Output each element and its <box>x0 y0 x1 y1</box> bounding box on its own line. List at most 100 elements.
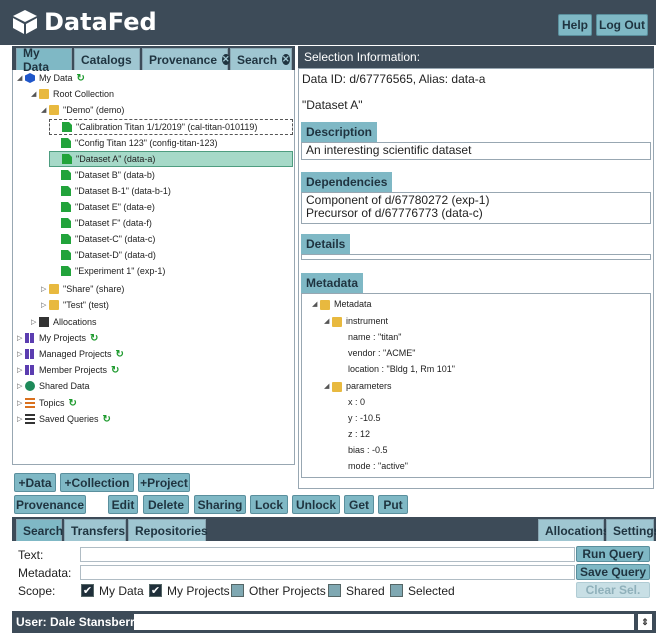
metadata-value: location : "Bldg 1, Rm 101" <box>348 364 455 374</box>
expand-icon[interactable]: ◢ <box>324 315 332 328</box>
collapse-icon[interactable]: ▷ <box>17 399 25 407</box>
dependency-item[interactable]: Precursor of d/67776773 (data-c) <box>306 207 646 220</box>
tree-node-experiment-1[interactable]: "Experiment 1" (exp-1) <box>61 263 165 279</box>
tab-search[interactable]: Search ✕ <box>230 48 292 70</box>
tree-node-dataset-f[interactable]: "Dataset F" (data-f) <box>61 215 152 231</box>
scope-my-data-checkbox[interactable]: ✔ <box>81 584 94 597</box>
tree-node-dataset-b1[interactable]: "Dataset B-1" (data-b-1) <box>61 183 171 199</box>
add-data-button[interactable]: +Data <box>14 473 56 492</box>
save-query-button[interactable]: Save Query <box>576 564 650 580</box>
tree-node-shared-data[interactable]: ▷ Shared Data <box>17 378 90 394</box>
metadata-box: ◢ Metadata ◢ instrument name : "titan" ven… <box>301 293 651 478</box>
metadata-value: bias : -0.5 <box>348 445 388 455</box>
get-button[interactable]: Get <box>344 495 374 514</box>
refresh-icon[interactable]: ↻ <box>90 333 98 344</box>
collapse-icon[interactable]: ▷ <box>31 318 39 326</box>
expand-icon[interactable]: ◢ <box>41 106 49 114</box>
scope-other-projects-checkbox[interactable] <box>231 584 244 597</box>
collapse-icon[interactable]: ▷ <box>17 334 25 342</box>
tree-node-dataset-b[interactable]: "Dataset B" (data-b) <box>61 167 155 183</box>
tab-repositories[interactable]: Repositories <box>128 519 208 541</box>
select-arrow-icon[interactable]: ⇕ <box>638 614 652 630</box>
close-icon[interactable]: ✕ <box>222 54 230 65</box>
tree-node-allocations[interactable]: ▷ Allocations <box>31 314 97 330</box>
help-button[interactable]: Help <box>558 14 592 36</box>
collapse-icon[interactable]: ▷ <box>17 350 25 358</box>
scope-my-projects-checkbox[interactable]: ✔ <box>149 584 162 597</box>
tab-search-panel[interactable]: Search <box>16 519 63 541</box>
refresh-icon[interactable]: ↻ <box>69 398 77 409</box>
data-tree: ◢ My Data ↻ ◢ Root Collection ◢ "Demo" (demo… <box>12 70 295 465</box>
text-search-input[interactable] <box>80 547 575 562</box>
tab-provenance[interactable]: Provenance ✕ <box>142 48 230 70</box>
tree-node-test[interactable]: ▷ "Test" (test) <box>41 297 109 313</box>
tree-node-config[interactable]: "Config Titan 123" (config-titan-123) <box>61 135 217 151</box>
tree-node-my-data[interactable]: ◢ My Data ↻ <box>17 70 85 86</box>
collapse-icon[interactable]: ▷ <box>17 382 25 390</box>
add-project-button[interactable]: +Project <box>138 473 190 492</box>
add-collection-button[interactable]: +Collection <box>60 473 134 492</box>
left-tabs: My Data Catalogs Provenance ✕ Search ✕ <box>12 46 295 74</box>
collapse-icon[interactable]: ▷ <box>17 366 25 374</box>
refresh-icon[interactable]: ↻ <box>103 414 111 425</box>
tree-node-dataset-d[interactable]: "Dataset-D" (data-d) <box>61 247 156 263</box>
cube-icon <box>25 73 35 83</box>
tree-node-demo[interactable]: ◢ "Demo" (demo) <box>41 102 124 118</box>
tree-node-share[interactable]: ▷ "Share" (share) <box>41 281 124 297</box>
refresh-icon[interactable]: ↻ <box>111 365 119 376</box>
data-id: Data ID: d/67776565, Alias: data-a <box>302 72 486 86</box>
expand-icon[interactable]: ◢ <box>17 74 25 82</box>
tab-settings[interactable]: Settings <box>606 519 656 541</box>
collapse-icon[interactable]: ▷ <box>17 415 25 423</box>
collapse-icon[interactable]: ▷ <box>41 285 49 293</box>
file-icon <box>61 138 71 148</box>
metadata-root[interactable]: ◢ Metadata <box>312 298 372 311</box>
folder-icon <box>49 300 59 310</box>
lock-button[interactable]: Lock <box>250 495 288 514</box>
tree-node-saved-queries[interactable]: ▷ Saved Queries ↻ <box>17 411 111 427</box>
logout-button[interactable]: Log Out <box>596 14 648 36</box>
close-icon[interactable]: ✕ <box>282 54 290 65</box>
clear-selection-button[interactable]: Clear Sel. <box>576 582 650 598</box>
tree-node-root-collection[interactable]: ◢ Root Collection <box>31 86 114 102</box>
file-icon <box>61 234 71 244</box>
tab-catalogs[interactable]: Catalogs <box>74 48 140 70</box>
user-bar: User: Dale Stansberry ⇕ <box>12 611 656 633</box>
sharing-button[interactable]: Sharing <box>194 495 246 514</box>
refresh-icon[interactable]: ↻ <box>77 73 85 84</box>
folder-icon <box>332 316 342 327</box>
tree-node-dataset-c[interactable]: "Dataset-C" (data-c) <box>61 231 155 247</box>
run-query-button[interactable]: Run Query <box>576 546 650 562</box>
scope-selected-checkbox[interactable] <box>390 584 403 597</box>
tree-node-dataset-e[interactable]: "Dataset E" (data-e) <box>61 199 155 215</box>
tree-node-my-projects[interactable]: ▷ My Projects ↻ <box>17 330 98 346</box>
unlock-button[interactable]: Unlock <box>292 495 340 514</box>
tree-node-member-projects[interactable]: ▷ Member Projects ↻ <box>17 362 119 378</box>
scope-shared-checkbox[interactable] <box>328 584 341 597</box>
provenance-button[interactable]: Provenance <box>14 495 86 514</box>
metadata-search-input[interactable] <box>80 565 575 580</box>
expand-icon[interactable]: ◢ <box>31 90 39 98</box>
refresh-icon[interactable]: ↻ <box>116 349 124 360</box>
tab-my-data[interactable]: My Data <box>16 46 72 74</box>
tree-node-managed-projects[interactable]: ▷ Managed Projects ↻ <box>17 346 124 362</box>
tab-allocations[interactable]: Allocations <box>538 519 610 541</box>
put-button[interactable]: Put <box>378 495 408 514</box>
scope-other-projects-label: Other Projects <box>249 584 326 598</box>
expand-icon[interactable]: ◢ <box>324 380 332 393</box>
metadata-instrument[interactable]: ◢ instrument <box>324 315 388 328</box>
details-header[interactable]: Details <box>301 234 351 254</box>
tree-node-topics[interactable]: ▷ Topics ↻ <box>17 395 77 411</box>
tab-transfers[interactable]: Transfers <box>64 519 126 541</box>
tree-node-calibration[interactable]: "Calibration Titan 1/1/2019" (cal-titan-… <box>49 119 293 135</box>
collapse-icon[interactable]: ▷ <box>41 301 49 309</box>
tree-node-dataset-a[interactable]: "Dataset A" (data-a) <box>49 151 293 167</box>
expand-icon[interactable]: ◢ <box>312 298 320 311</box>
metadata-parameters[interactable]: ◢ parameters <box>324 380 392 393</box>
delete-button[interactable]: Delete <box>143 495 189 514</box>
user-select[interactable] <box>134 614 634 630</box>
list-icon <box>25 414 35 424</box>
folder-icon <box>332 381 342 392</box>
data-title: "Dataset A" <box>302 98 363 112</box>
edit-button[interactable]: Edit <box>108 495 138 514</box>
